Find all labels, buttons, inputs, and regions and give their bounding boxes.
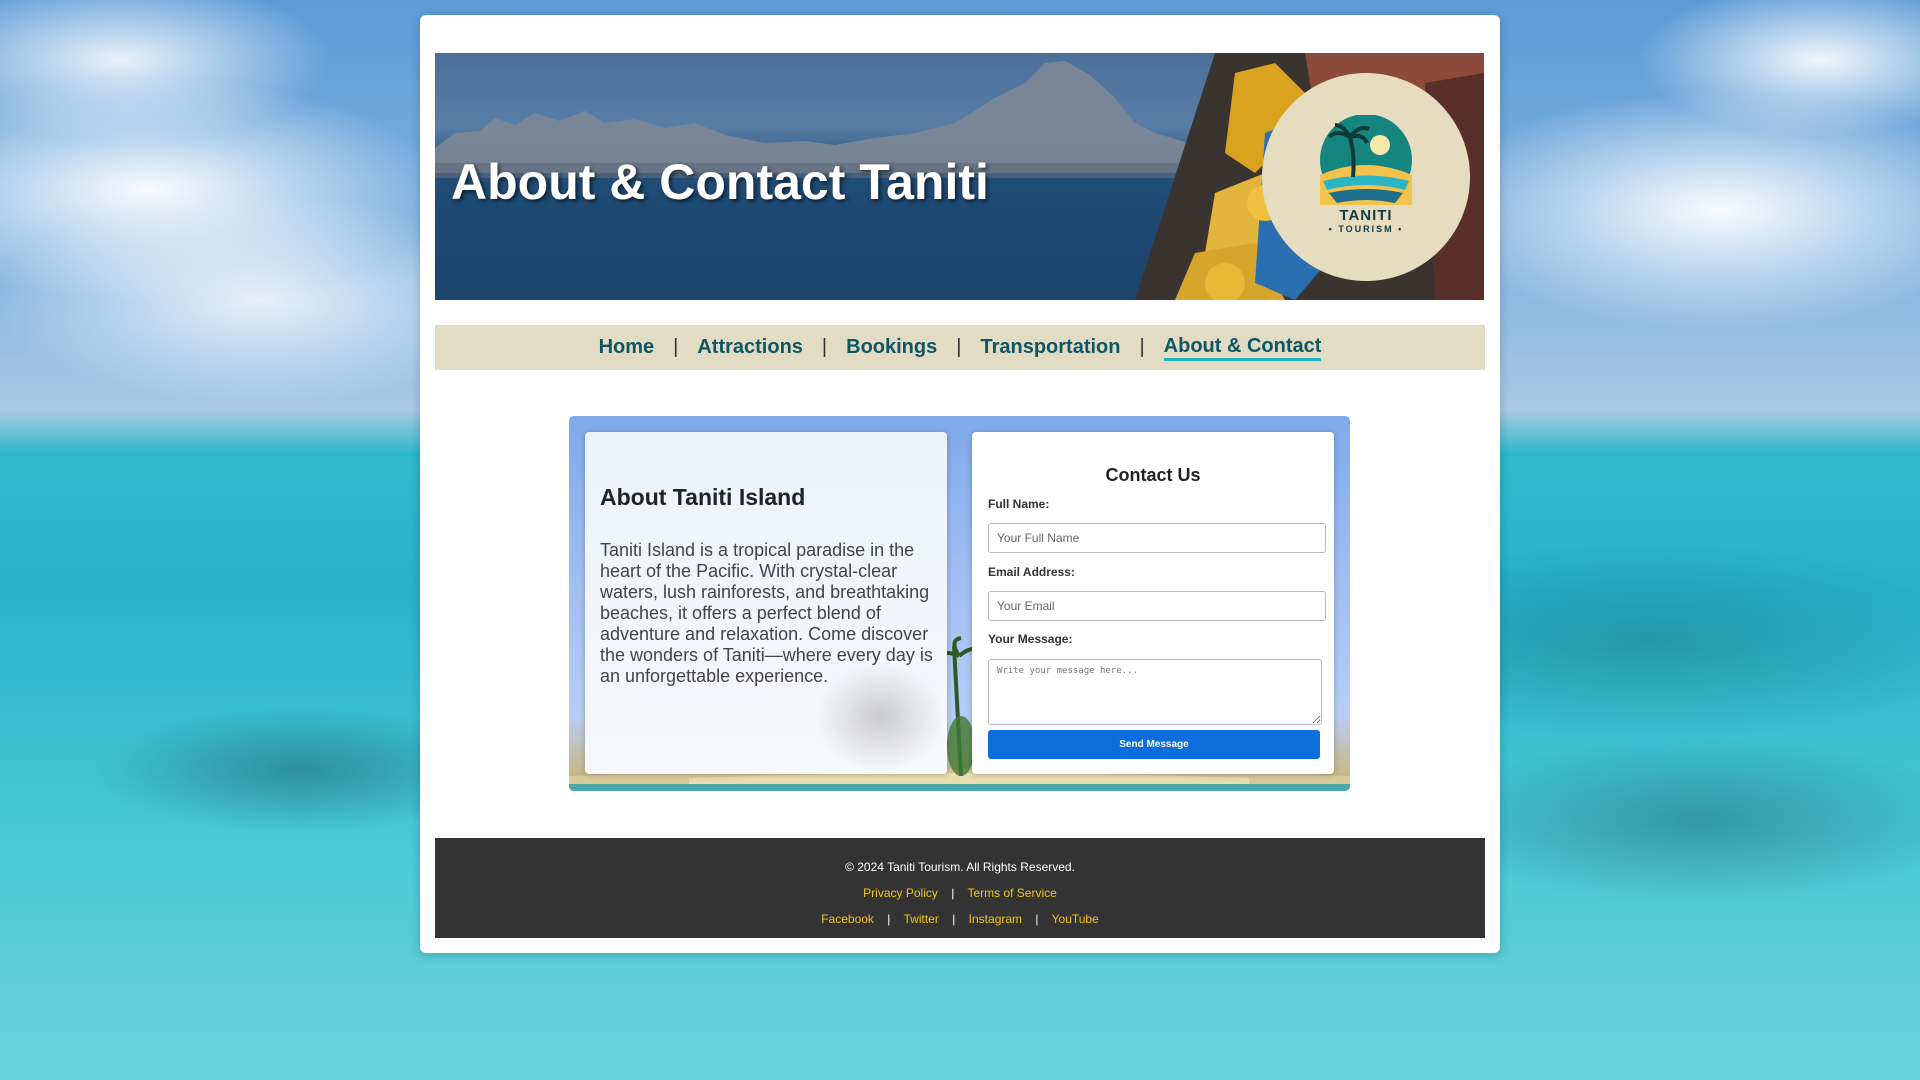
nav-separator: | [1139,336,1145,358]
message-textarea[interactable] [988,659,1322,725]
email-label: Email Address: [988,565,1075,579]
footer-separator: | [951,886,955,900]
about-heading: About Taniti Island [600,484,806,510]
nav-separator: | [673,336,679,358]
nav-link-home[interactable]: Home [599,336,655,360]
page-footer: © 2024 Taniti Tourism. All Rights Reserv… [435,838,1485,938]
youtube-link[interactable]: YouTube [1052,912,1099,926]
logo-subtitle-text: • TOURISM • [1328,224,1404,234]
about-panel: About Taniti Island Taniti Island is a t… [585,432,947,774]
instagram-link[interactable]: Instagram [969,912,1022,926]
contact-form: Contact Us Full Name: Email Address: You… [972,432,1334,774]
footer-separator: | [887,912,891,926]
nav-link-transportation[interactable]: Transportation [980,336,1120,360]
email-input[interactable] [988,591,1326,621]
smoke-decoration [815,662,945,772]
footer-separator: | [952,912,956,926]
main-nav: Home | Attractions | Bookings | Transpor… [435,325,1485,370]
content-section: About Taniti Island Taniti Island is a t… [569,416,1350,791]
send-message-button[interactable]: Send Message [988,730,1320,759]
facebook-link[interactable]: Facebook [821,912,874,926]
contact-heading: Contact Us [1105,465,1201,485]
nav-link-about-contact[interactable]: About & Contact [1163,335,1322,361]
nav-separator: | [821,336,828,358]
nav-link-bookings[interactable]: Bookings [846,336,937,360]
header-banner: About & Contact Taniti TANITI • TOURISM … [435,53,1484,300]
full-name-input[interactable] [988,523,1326,553]
footer-separator: | [1035,912,1039,926]
palm-sun-logo-icon [1320,115,1412,205]
copyright-text: © 2024 Taniti Tourism. All Rights Reserv… [845,860,1075,874]
full-name-label: Full Name: [988,497,1050,511]
logo-name-text: TANITI [1339,207,1393,224]
privacy-policy-link[interactable]: Privacy Policy [863,886,938,900]
policy-links: Privacy Policy | Terms of Service [435,886,1485,900]
terms-of-service-link[interactable]: Terms of Service [967,886,1056,900]
nav-link-attractions[interactable]: Attractions [697,336,803,360]
taniti-logo: TANITI • TOURISM • [1262,73,1470,281]
page-card: About & Contact Taniti TANITI • TOURISM … [420,15,1500,953]
social-links: Facebook | Twitter | Instagram | YouTube [435,912,1485,926]
nav-separator: | [956,336,962,358]
page-title: About & Contact Taniti [451,154,989,210]
message-label: Your Message: [988,632,1073,646]
twitter-link[interactable]: Twitter [904,912,939,926]
